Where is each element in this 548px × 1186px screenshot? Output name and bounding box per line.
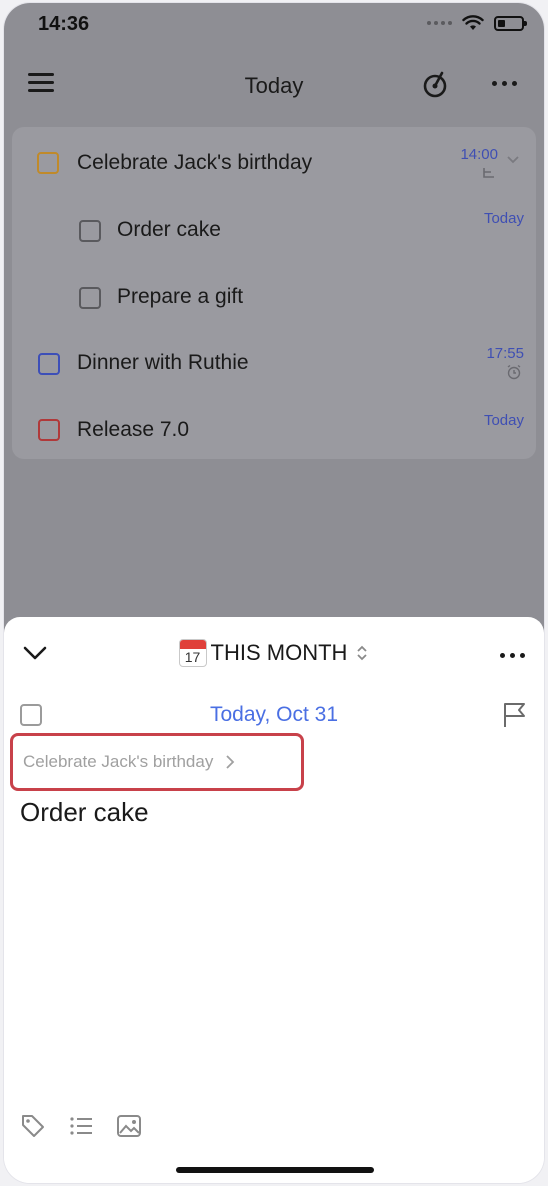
parent-task-label: Celebrate Jack's birthday [23, 752, 214, 771]
task-title-input[interactable]: Order cake [20, 797, 149, 828]
task-checkbox[interactable] [38, 419, 60, 441]
calendar-icon: 17 [178, 639, 207, 667]
task-checkbox[interactable] [79, 287, 101, 309]
tag-icon[interactable] [20, 1113, 46, 1139]
task-title: Release 7.0 [77, 418, 190, 441]
task-time: 17:55 [486, 345, 524, 362]
subtask-icon [483, 168, 494, 178]
alarm-icon [507, 364, 521, 380]
parent-task-link[interactable]: Celebrate Jack's birthday [10, 733, 304, 791]
checklist-icon[interactable] [68, 1113, 94, 1139]
phone-screen: 14:36 Today Celebrate Jack's birthday 14… [4, 3, 544, 1183]
task-title: Dinner with Ruthie [77, 351, 249, 374]
dimmed-background[interactable]: 14:36 Today Celebrate Jack's birthday 14… [4, 3, 544, 643]
task-title: Celebrate Jack's birthday [77, 151, 313, 174]
task-title: Prepare a gift [117, 285, 244, 308]
battery-icon [494, 15, 527, 31]
list-item[interactable]: Prepare a gift [12, 261, 536, 327]
list-name: THIS MONTH [210, 640, 348, 665]
task-checkbox[interactable] [37, 152, 59, 174]
home-indicator [176, 1167, 374, 1173]
list-item[interactable]: Release 7.0 Today [12, 395, 536, 461]
page-title: Today [244, 73, 304, 98]
task-time: 14:00 [460, 146, 498, 163]
list-item[interactable]: Dinner with Ruthie 17:55 [12, 328, 536, 394]
more-icon[interactable] [500, 653, 525, 658]
detail-toolbar [20, 1113, 142, 1139]
status-icons [427, 15, 527, 31]
image-icon[interactable] [116, 1113, 142, 1139]
sort-updown-icon [357, 645, 368, 661]
task-list: Celebrate Jack's birthday 14:00 Order ca… [12, 127, 536, 459]
task-date: Today [483, 210, 524, 227]
task-title: Order cake [117, 218, 221, 241]
task-checkbox[interactable] [79, 220, 101, 242]
due-date-button[interactable]: Today, Oct 31 [4, 703, 544, 727]
wifi-icon [462, 15, 484, 30]
task-checkbox[interactable] [38, 353, 60, 375]
status-time: 14:36 [38, 13, 90, 35]
flag-icon[interactable] [502, 701, 528, 729]
chevron-right-icon [226, 755, 235, 769]
task-detail-sheet: 17 THIS MONTH Today, Oct 31 Celebrate Ja… [4, 617, 544, 1183]
pomodoro-icon[interactable] [420, 69, 450, 99]
chevron-down-icon[interactable] [506, 155, 520, 165]
task-date: Today [483, 412, 524, 429]
signal-icon [427, 21, 452, 25]
more-icon[interactable] [492, 81, 517, 86]
list-item[interactable]: Order cake Today [12, 194, 536, 260]
list-selector[interactable]: 17 THIS MONTH [4, 639, 544, 667]
list-item[interactable]: Celebrate Jack's birthday 14:00 [12, 127, 536, 193]
